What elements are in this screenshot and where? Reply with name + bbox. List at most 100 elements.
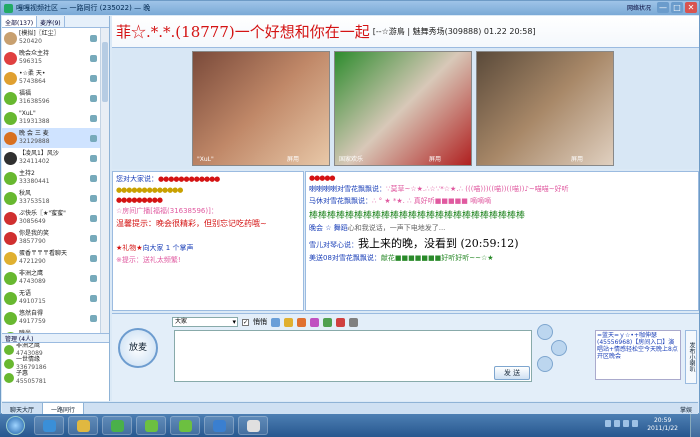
user-row[interactable]: 非洲之鹰 4743089 [2,268,109,288]
user-name: 時尚 [19,330,46,333]
user-row[interactable]: 主持2 33380441 [2,168,109,188]
speak-button[interactable]: 放麦 [118,328,158,368]
user-list[interactable]: [模拟]〖红尘〗 520420 晚会众主持 596315 •☆柔 天• 5743864 福福… [2,28,109,333]
message-input[interactable] [174,330,532,382]
broadcast-tab[interactable]: 发布小喇叭 [685,330,697,384]
avatar [4,231,17,245]
user-row[interactable]: 時尚5627224 [2,328,109,333]
user-id: 33753518 [19,198,50,205]
user-name: "XuL" [19,110,36,117]
taskbar-folder-button[interactable] [68,416,98,435]
tray-icon[interactable] [605,420,611,427]
user-row[interactable]: 无语 4910715 [2,288,109,308]
video-status: 屏用 [570,156,583,163]
user-row[interactable]: 晚 会 三 麦 32129888 [2,128,109,148]
chat-target-select[interactable]: 大家 [172,317,238,327]
flower-icon[interactable] [336,317,345,327]
private-checkbox[interactable]: ✓ [242,318,249,326]
admin-list[interactable]: 非洲之鹰 4743089 一世情缘 33679186 子惠 45505781 [2,343,109,401]
avatar [4,291,17,305]
user-status-icon [90,94,97,102]
minimize-button[interactable]: — [657,2,669,13]
avatar [4,71,17,85]
user-status-icon [90,234,97,242]
user-list-scrollbar[interactable] [100,28,109,333]
user-row[interactable]: 你是我的笑 3857790 [2,228,109,248]
start-button[interactable] [6,416,25,435]
user-row[interactable]: 【凌风1】风沙 32411402 [2,148,109,168]
taskbar-frog1-button[interactable] [136,416,166,435]
gift-icon[interactable] [297,317,306,327]
admin-header[interactable]: 管理 (4人) [2,333,109,343]
frog2-icon [179,420,192,432]
user-row[interactable]: 悠然自得 4917759 [2,308,109,328]
user-info: 你是我的笑 3857790 [19,230,49,246]
user-row[interactable]: ぷ快乐〖★"蜜蜜" 3085649 [2,208,109,228]
taskbar-app-button[interactable] [238,416,268,435]
status-right[interactable]: 掌娱 [680,405,692,414]
camera-icon[interactable] [551,340,567,356]
close-button[interactable]: ✕ [685,2,697,13]
tray-icon[interactable] [632,420,638,427]
tab-mic-queue[interactable]: 麦序(9) [37,16,65,27]
scroll-thumb[interactable] [102,42,108,102]
user-row[interactable]: •☆柔 天• 5743864 [2,68,109,88]
taskbar: 20:59 2011/1/22 [0,414,700,437]
user-name: 主持2 [19,170,35,177]
user-row[interactable]: 晚会众主持 596315 [2,48,109,68]
network-status[interactable]: 网络状况 [627,3,651,12]
admin-info: 子惠 45505781 [16,370,47,386]
speaker-icon[interactable] [537,356,553,372]
user-row[interactable]: "XuL" 31931388 [2,108,109,128]
avatar [4,345,14,355]
tray-icon[interactable] [623,420,629,427]
user-id: 4917759 [19,318,46,325]
video-window-1[interactable]: "XuL" 屏用 [192,51,330,166]
taskbar-ie-button[interactable] [34,416,64,435]
settings-icon[interactable] [537,324,553,340]
user-info: 秋风 33753518 [19,190,50,206]
user-info: •☆柔 天• 5743864 [19,70,46,86]
user-row[interactable]: 蛋香〒〒〒看聊天 4721290 [2,248,109,268]
clear-icon[interactable] [349,317,358,327]
taskbar-qq-button[interactable] [204,416,234,435]
room-title: 菲☆.*.*.(18777)一个好想和你在一起 [116,23,370,41]
app-icon [247,420,260,432]
private-chat[interactable]: ●●●●● 喇喇喇喇对雪花飘飘说：∵莫草~☆★.∴☆∵*☆★.∴ (((喵)))… [305,171,699,311]
send-button[interactable]: 发 送 [494,366,530,380]
avatar [4,373,14,383]
admin-row[interactable]: 一世情缘 33679186 [2,356,109,371]
avatar [4,331,17,333]
admin-row[interactable]: 非洲之鹰 4743089 [2,343,109,357]
tab-current-room[interactable]: 一路同行 [43,403,85,414]
chat-line: 喇喇喇喇对雪花飘飘说：∵莫草~☆★.∴☆∵*☆★.∴ (((喵)))((喵))(… [309,185,569,193]
taskbar-frog2-button[interactable] [170,416,200,435]
admin-row[interactable]: 子惠 45505781 [2,370,109,386]
clock[interactable]: 20:59 2011/1/22 [647,417,678,433]
admin-id: 45505781 [16,378,47,385]
user-info: "XuL" 31931388 [19,110,50,126]
maximize-button[interactable]: □ [671,2,683,13]
user-name: 蛋香〒〒〒看聊天 [19,250,68,257]
video-window-3[interactable]: 屏用 [476,51,614,166]
user-status-icon [90,194,97,202]
color-icon[interactable] [323,317,332,327]
user-tabs: 全部(137) 麦序(9) [2,16,109,28]
tray-icon[interactable] [614,420,620,427]
room-notice: =蓝天=ｙ☆•+咖伸瑟(45556968)【房间入口】演唱站+情感轻松空今天晚上… [595,330,681,380]
emoticon-icon[interactable] [284,317,293,327]
video-window-2[interactable]: 国家欢乐 屏用 [334,51,472,166]
user-status-icon [90,274,97,282]
public-chat[interactable]: 您对大家说：●●●●●●●●●●●● ●●●●●●●●●●●●● ●●●●●●●… [112,171,304,311]
show-desktop-button[interactable] [690,414,700,437]
user-name: •☆柔 天• [19,70,46,77]
picture-icon[interactable] [310,317,319,327]
tab-all-users[interactable]: 全部(137) [2,16,38,27]
taskbar-media-button[interactable] [102,416,132,435]
tab-chat-hall[interactable]: 聊天大厅 [2,403,44,414]
user-row[interactable]: 福福 31638596 [2,88,109,108]
user-row[interactable]: [模拟]〖红尘〗 520420 [2,28,109,48]
user-row[interactable]: 秋风 33753518 [2,188,109,208]
video-label: 国家欢乐 [339,156,364,163]
font-icon[interactable] [271,317,280,327]
